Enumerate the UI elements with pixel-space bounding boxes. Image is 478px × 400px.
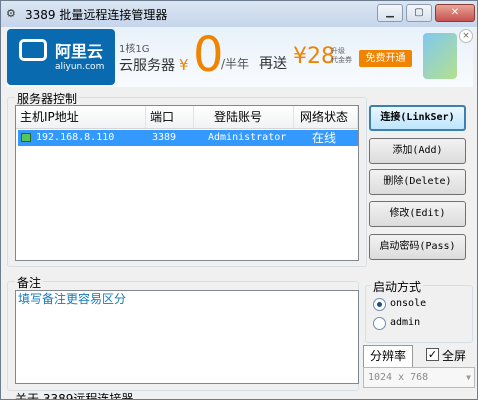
maximize-button[interactable]: ▢ (406, 4, 432, 22)
launch-mode-title: 启动方式 (371, 278, 424, 295)
aliyun-logo: 阿里云 aliyun.com (7, 29, 115, 85)
ad-price: 0 (193, 27, 224, 83)
ad-price-symbol: ¥ (179, 56, 189, 74)
row-status: 在线 (312, 131, 337, 145)
connect-button[interactable]: 连接(LinkSer) (369, 105, 466, 131)
ad-graphic-image (423, 33, 457, 79)
ad-upgrade-note: 升级 代金券 (331, 47, 352, 65)
ad-logo-name: 阿里云 (55, 42, 104, 61)
ad-upgrade-line1: 升级 (331, 47, 345, 55)
resolution-select[interactable]: 1024 x 768 ▼ (363, 367, 475, 388)
tab-resolution[interactable]: 分辨率 (363, 345, 413, 367)
launch-mode-console-radio[interactable] (373, 298, 386, 311)
close-button[interactable]: ✕ (435, 4, 475, 22)
column-header-status[interactable]: 网络状态 (294, 106, 358, 128)
delete-button[interactable]: 删除(Delete) (369, 169, 466, 195)
ad-product: 云服务器 (119, 58, 175, 74)
row-ip: 192.168.8.110 (36, 132, 115, 143)
server-list-header: 主机IP地址 端口 登陆账号 网络状态 (16, 106, 358, 129)
column-header-account[interactable]: 登陆账号 (194, 106, 294, 128)
notes-textarea[interactable]: 填写备注更容易区分 (15, 290, 359, 384)
chevron-down-icon: ▼ (466, 373, 471, 382)
row-account: Administrator (208, 132, 287, 143)
table-row[interactable]: 192.168.8.110 3389 Administrator 在线 (18, 130, 358, 146)
ad-banner[interactable]: 阿里云 aliyun.com 1核1G 云服务器 ¥ 0 /半年 再送 ¥28 … (7, 27, 473, 87)
add-button[interactable]: 添加(Add) (369, 138, 466, 164)
ad-period: /半年 (221, 57, 250, 71)
resolution-value: 1024 x 768 (368, 372, 429, 383)
fullscreen-label: 全屏 (442, 349, 467, 363)
about-label: 关于 3389远程连接器 (15, 392, 134, 400)
ad-renew-label: 再送 (259, 56, 287, 72)
column-header-ip[interactable]: 主机IP地址 (16, 106, 146, 128)
app-icon: ⚙ (6, 7, 16, 20)
ad-close-icon[interactable]: × (459, 29, 473, 43)
ad-upgrade-line2: 代金券 (331, 56, 352, 64)
server-online-icon (21, 133, 31, 142)
main-window: ⚙ 3389 批量远程连接管理器 ▁ ▢ ✕ 阿里云 aliyun.com 1核… (0, 0, 478, 400)
aliyun-logo-icon (19, 39, 47, 61)
launch-mode-console-label: onsole (390, 298, 427, 309)
row-port: 3389 (152, 132, 177, 143)
notes-title: 备注 (15, 274, 44, 291)
column-header-port[interactable]: 端口 (146, 106, 194, 128)
launch-mode-admin-radio[interactable] (373, 317, 386, 330)
ad-logo-url: aliyun.com (55, 62, 105, 72)
window-title: 3389 批量远程连接管理器 (25, 8, 168, 22)
ad-cta-button[interactable]: 免费开通 (359, 50, 412, 67)
ad-spec: 1核1G (119, 44, 150, 55)
server-list[interactable]: 主机IP地址 端口 登陆账号 网络状态 192.168.8.110 3389 A… (15, 105, 359, 261)
edit-button[interactable]: 修改(Edit) (369, 201, 466, 227)
ad-renew-price: ¥28 (293, 44, 335, 69)
title-bar[interactable]: ⚙ 3389 批量远程连接管理器 ▁ ▢ ✕ (1, 1, 477, 27)
start-password-button[interactable]: 启动密码(Pass) (369, 234, 466, 260)
fullscreen-checkbox[interactable]: ✓ (426, 348, 439, 361)
launch-mode-admin-label: admin (390, 317, 421, 328)
minimize-button[interactable]: ▁ (377, 4, 403, 22)
